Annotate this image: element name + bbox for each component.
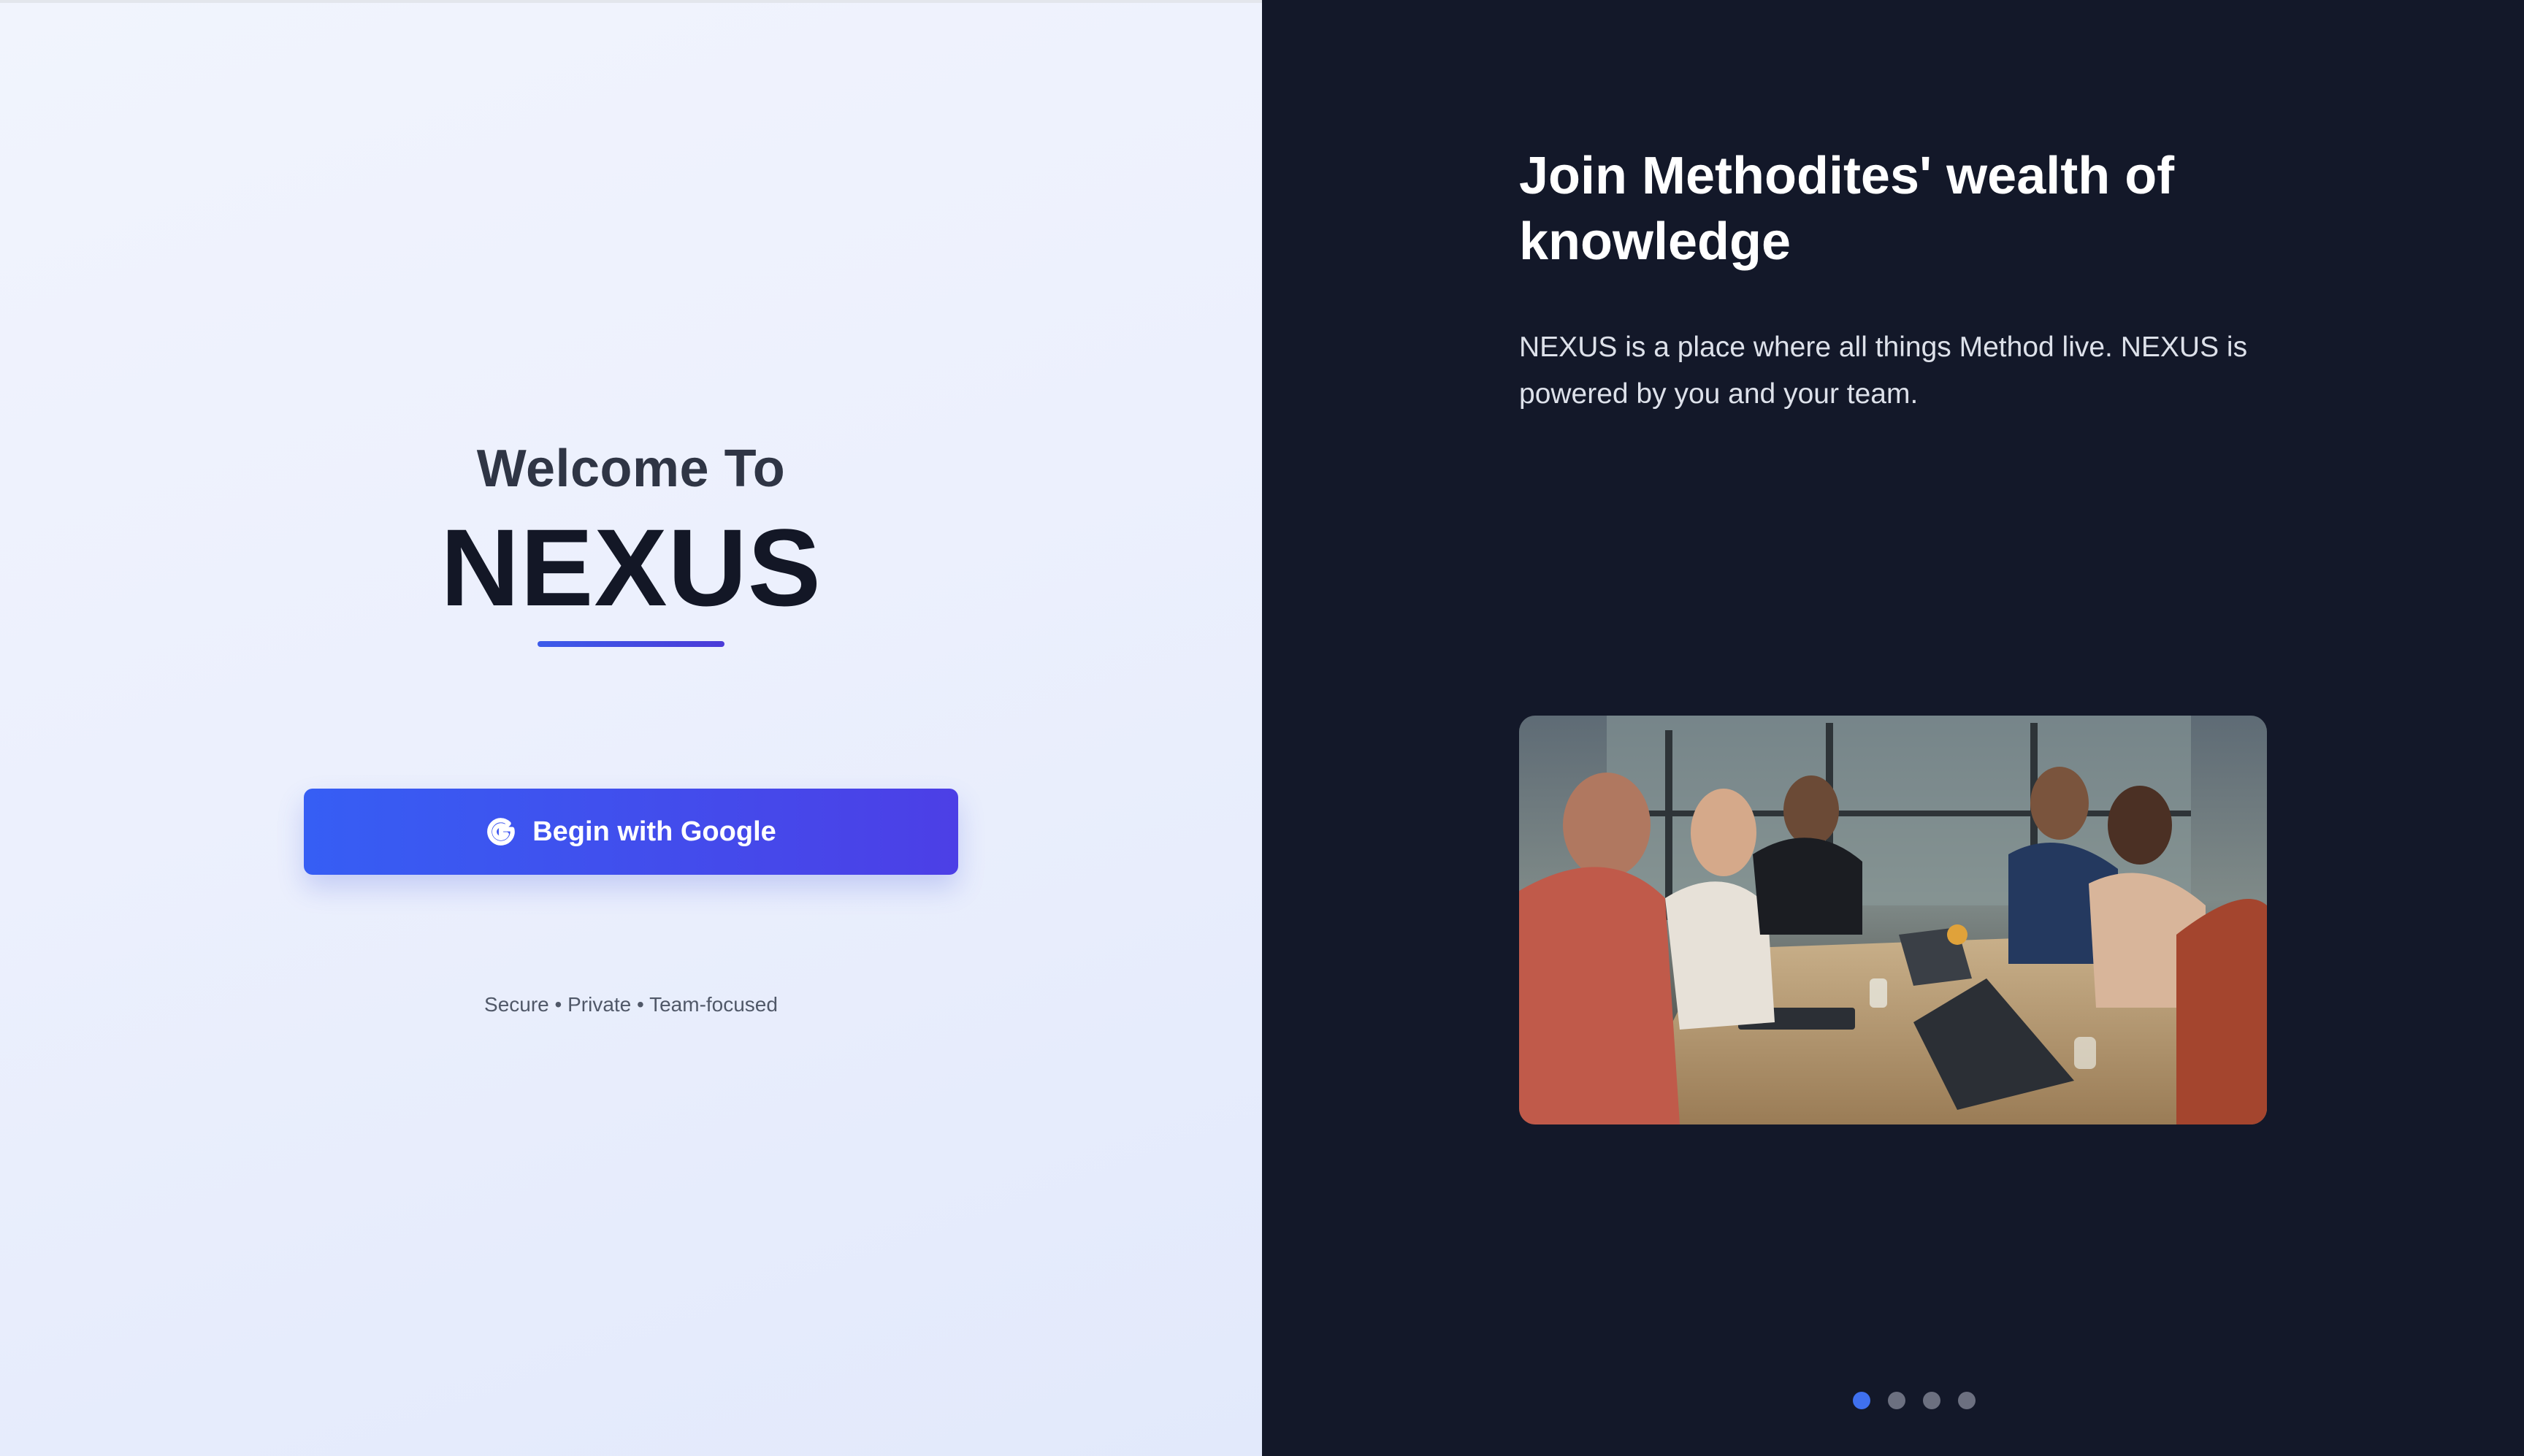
- title-underline: [538, 641, 724, 647]
- carousel-dot-1[interactable]: [1852, 1392, 1870, 1409]
- google-g-icon: [486, 816, 516, 847]
- carousel-dot-4[interactable]: [1957, 1392, 1976, 1409]
- info-panel: Join Methodites' wealth of knowledge NEX…: [1262, 0, 2524, 1456]
- info-title: Join Methodites' wealth of knowledge: [1519, 147, 2175, 271]
- begin-with-google-button[interactable]: Begin with Google: [304, 789, 958, 875]
- carousel-dot-3[interactable]: [1922, 1392, 1940, 1409]
- carousel-indicators: [1262, 1392, 2524, 1409]
- security-tagline: Secure • Private • Team-focused: [484, 993, 778, 1016]
- login-page: Welcome To NEXUS Begin with Google Secur…: [0, 0, 2524, 1456]
- welcome-subtitle: Welcome To: [476, 440, 786, 498]
- app-name-title: NEXUS: [440, 506, 822, 629]
- welcome-panel: Welcome To NEXUS Begin with Google Secur…: [0, 0, 1262, 1456]
- begin-with-google-label: Begin with Google: [532, 816, 776, 847]
- info-description: NEXUS is a place where all things Method…: [1519, 332, 2248, 410]
- carousel-dot-2[interactable]: [1887, 1392, 1905, 1409]
- team-meeting-photo: [1519, 716, 2267, 1124]
